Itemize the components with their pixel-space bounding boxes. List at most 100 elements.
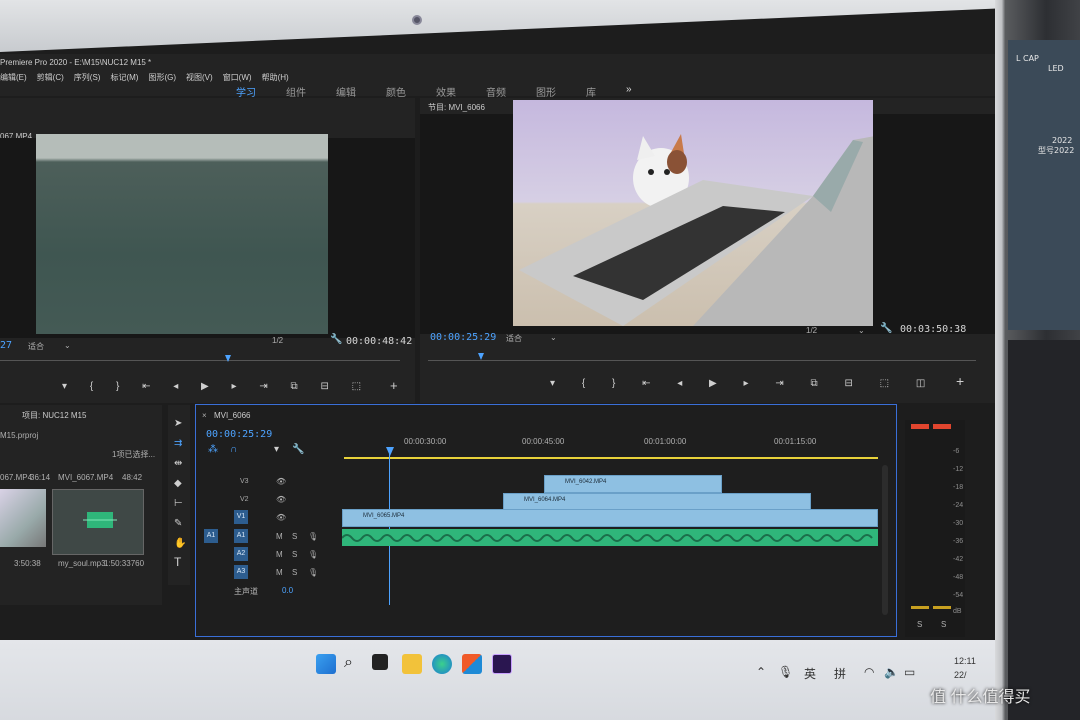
desktop-icon-label-2[interactable]: LED (1048, 64, 1064, 73)
timeline-settings-wrench-icon[interactable]: 🔧 (292, 445, 304, 455)
program-fit-select[interactable]: 适合 (506, 333, 522, 344)
timeline-playhead[interactable] (389, 449, 390, 605)
linked-selection-icon[interactable]: ∩ (230, 445, 237, 455)
premiere-pro-icon[interactable] (492, 654, 512, 674)
type-tool-icon[interactable]: T (174, 556, 181, 568)
workspace-color[interactable]: 颜色 (386, 84, 406, 99)
play-icon[interactable]: ▶ (201, 381, 219, 392)
desktop-icon-label-4[interactable]: 型号2022 (1038, 146, 1074, 155)
source-settings-wrench-icon[interactable]: 🔧 (330, 335, 342, 345)
go-to-out-icon[interactable]: ⇥ (775, 378, 795, 389)
program-playhead-icon[interactable] (478, 353, 484, 360)
track-a2-solo-button[interactable]: S (292, 550, 297, 559)
workspace-graphics[interactable]: 图形 (536, 84, 556, 99)
snap-icon[interactable]: ⁂ (208, 445, 218, 455)
edge-browser-icon[interactable] (432, 654, 452, 674)
desktop-icon-label-3[interactable]: 2022 (1052, 136, 1072, 145)
track-v2-eye-icon[interactable]: 👁 (276, 495, 286, 504)
file-explorer-icon[interactable] (402, 654, 422, 674)
program-monitor-tab[interactable]: 节目: MVI_6066 (428, 102, 485, 113)
track-a2-mute-button[interactable]: M (276, 550, 283, 559)
track-a3-mute-button[interactable]: M (276, 568, 283, 577)
source-resolution-select[interactable]: 1/2 (272, 336, 283, 345)
program-settings-wrench-icon[interactable]: 🔧 (880, 324, 892, 334)
project-tab[interactable]: 项目: NUC12 M15 (22, 410, 86, 421)
source-timecode[interactable]: 27 (0, 340, 12, 351)
program-scrubber[interactable] (428, 360, 976, 361)
menu-help[interactable]: 帮助(H) (262, 72, 289, 83)
track-v1-eye-icon[interactable]: 👁 (276, 513, 286, 522)
ripple-edit-tool-icon[interactable]: ⇹ (174, 459, 182, 469)
store-icon[interactable] (462, 654, 482, 674)
track-v1-target[interactable]: V1 (234, 510, 248, 524)
program-fit-chevron-icon[interactable]: ⌄ (550, 333, 557, 342)
source-add-button-icon[interactable]: + (390, 379, 398, 392)
mark-in-icon[interactable]: { (90, 381, 103, 392)
step-forward-icon[interactable]: ▸ (232, 381, 247, 392)
track-a3-solo-button[interactable]: S (292, 568, 297, 577)
track-v3-eye-icon[interactable]: 👁 (276, 477, 286, 486)
source-fit-select[interactable]: 适合 (28, 341, 44, 352)
menu-clip[interactable]: 剪辑(C) (37, 72, 64, 83)
mark-in-icon[interactable]: { (582, 378, 597, 389)
source-patch-a1[interactable]: A1 (204, 529, 218, 543)
source-fit-chevron-icon[interactable]: ⌄ (64, 341, 71, 350)
track-a3-target[interactable]: A3 (234, 565, 248, 579)
razor-tool-icon[interactable]: ◆ (174, 479, 182, 489)
track-a1-mute-button[interactable]: M (276, 532, 283, 541)
windows-start-icon[interactable] (316, 654, 336, 674)
desktop-icon-label-1[interactable]: L CAP (1016, 54, 1039, 63)
export-frame-camera-icon[interactable]: ⬚ (880, 378, 901, 389)
workspace-overflow-icon[interactable]: » (626, 84, 632, 99)
track-select-tool-icon[interactable]: ⇉ (174, 439, 182, 449)
task-view-icon[interactable] (372, 654, 388, 670)
go-to-out-icon[interactable]: ⇥ (259, 381, 277, 392)
step-back-icon[interactable]: ◂ (173, 381, 188, 392)
tray-ime-lang[interactable]: 英 (804, 665, 816, 682)
overwrite-icon[interactable]: ⊟ (320, 381, 338, 392)
project-thumb-audio[interactable] (52, 489, 144, 555)
play-icon[interactable]: ▶ (709, 378, 729, 389)
tray-clock-time[interactable]: 12:11 (954, 656, 976, 666)
menu-edit[interactable]: 编辑(E) (0, 72, 27, 83)
step-forward-icon[interactable]: ▸ (744, 378, 761, 389)
master-track-value[interactable]: 0.0 (282, 586, 293, 595)
slip-tool-icon[interactable]: ⊢ (174, 499, 183, 509)
mark-out-icon[interactable]: } (612, 378, 627, 389)
marker-icon[interactable]: ▾ (62, 381, 77, 392)
workspace-assembly[interactable]: 组件 (286, 84, 306, 99)
audio-clip-a1[interactable] (342, 529, 878, 546)
timeline-scrollbar[interactable] (882, 465, 888, 615)
timeline-close-icon[interactable]: × (202, 411, 207, 420)
clip-v1[interactable]: MVI_6065.MP4 (342, 509, 878, 527)
tray-battery-icon[interactable]: ▭ (904, 665, 915, 679)
camera-icon[interactable]: ⬚ (352, 381, 371, 392)
meter-solo-right[interactable]: S (941, 620, 946, 629)
menu-sequence[interactable]: 序列(S) (74, 72, 101, 83)
clip-v3[interactable]: MVI_6042.MP4 (544, 475, 722, 493)
track-a1-solo-button[interactable]: S (292, 532, 297, 541)
go-to-in-icon[interactable]: ⇤ (642, 378, 662, 389)
program-resolution-chevron-icon[interactable]: ⌄ (858, 326, 865, 335)
project-thumb-laptop[interactable] (0, 489, 46, 547)
timeline-timecode[interactable]: 00:00:25:29 (206, 429, 272, 440)
tray-wifi-icon[interactable]: ◠ (864, 665, 874, 679)
menu-graphics[interactable]: 图形(G) (148, 72, 176, 83)
tray-ime-mode[interactable]: 拼 (834, 665, 846, 682)
step-back-icon[interactable]: ◂ (677, 378, 694, 389)
timeline-playhead-icon[interactable] (386, 447, 394, 456)
workspace-learn[interactable]: 学习 (236, 84, 256, 99)
selection-tool-icon[interactable]: ➤ (174, 419, 182, 429)
menu-window[interactable]: 窗口(W) (223, 72, 252, 83)
pen-tool-icon[interactable]: ✎ (174, 519, 182, 529)
lift-icon[interactable]: ⧉ (811, 378, 830, 389)
marker-icon[interactable]: ▾ (550, 378, 567, 389)
hand-tool-icon[interactable]: ✋ (174, 539, 186, 549)
add-marker-icon[interactable]: ▾ (274, 445, 279, 455)
extract-icon[interactable]: ⊟ (844, 378, 864, 389)
comparison-view-icon[interactable]: ◫ (916, 378, 937, 389)
menu-view[interactable]: 视图(V) (186, 72, 213, 83)
meter-solo-left[interactable]: S (917, 620, 922, 629)
track-a1-target[interactable]: A1 (234, 529, 248, 543)
track-a1-mic-icon[interactable]: 🎙 (308, 532, 318, 541)
